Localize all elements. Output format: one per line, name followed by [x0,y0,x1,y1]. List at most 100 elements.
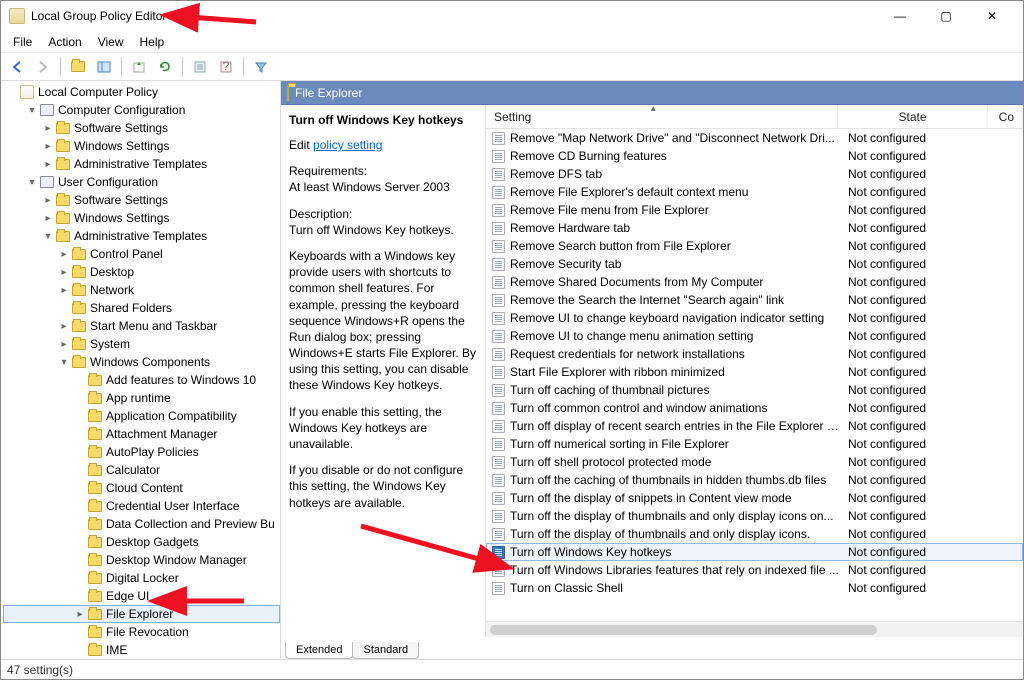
tab-extended[interactable]: Extended [285,642,353,659]
expander-icon[interactable]: ▸ [57,285,71,296]
setting-row[interactable]: Start File Explorer with ribbon minimize… [486,363,1023,381]
setting-row[interactable]: Remove the Search the Internet "Search a… [486,291,1023,309]
tree-item[interactable]: Cloud Content [3,479,280,497]
setting-row[interactable]: Remove UI to change menu animation setti… [486,327,1023,345]
tree-item[interactable]: ▸System [3,335,280,353]
tree-item[interactable]: ▸Windows Settings [3,137,280,155]
tree-pane[interactable]: Local Computer Policy ▾Computer Configur… [1,81,281,659]
tree-item[interactable]: ▸Network [3,281,280,299]
tree-item[interactable]: AutoPlay Policies [3,443,280,461]
column-state[interactable]: State [898,110,926,124]
tree-item[interactable]: Digital Locker [3,569,280,587]
tree-item[interactable]: ▸Start Menu and Taskbar [3,317,280,335]
setting-row[interactable]: Turn off the display of thumbnails and o… [486,507,1023,525]
setting-row[interactable]: Remove File Explorer's default context m… [486,183,1023,201]
setting-row[interactable]: Remove UI to change keyboard navigation … [486,309,1023,327]
expander-icon[interactable]: ▸ [41,195,55,206]
setting-row[interactable]: Turn off shell protocol protected modeNo… [486,453,1023,471]
setting-row[interactable]: Remove Shared Documents from My Computer… [486,273,1023,291]
expander-icon[interactable]: ▸ [57,249,71,260]
close-button[interactable]: ✕ [969,1,1015,31]
toolbar-folder-button[interactable] [66,55,90,79]
expander-icon[interactable]: ▾ [25,105,39,116]
menu-view[interactable]: View [90,33,132,51]
forward-button[interactable] [31,55,55,79]
tree-item[interactable]: ▸File Explorer [3,605,280,623]
setting-icon [492,402,505,415]
tree-item[interactable]: ▾User Configuration [3,173,280,191]
expander-icon[interactable]: ▾ [25,177,39,188]
tree-item[interactable]: ▸Control Panel [3,245,280,263]
setting-row[interactable]: Remove File menu from File ExplorerNot c… [486,201,1023,219]
tree-item[interactable]: Add features to Windows 10 [3,371,280,389]
expander-icon[interactable]: ▾ [41,231,55,242]
toolbar-export-button[interactable] [127,55,151,79]
setting-row[interactable]: Remove DFS tabNot configured [486,165,1023,183]
tree-item[interactable]: ▾Computer Configuration [3,101,280,119]
minimize-button[interactable]: — [877,1,923,31]
toolbar-help-button[interactable]: ? [214,55,238,79]
tree-item[interactable]: Data Collection and Preview Bu [3,515,280,533]
setting-row[interactable]: Remove "Map Network Drive" and "Disconne… [486,129,1023,147]
expander-icon[interactable]: ▸ [57,321,71,332]
tree-item[interactable]: ▸Software Settings [3,119,280,137]
tree-item[interactable]: Shared Folders [3,299,280,317]
setting-row[interactable]: Turn off the display of snippets in Cont… [486,489,1023,507]
expander-icon[interactable]: ▸ [73,609,87,620]
tree-item[interactable]: ▾Administrative Templates [3,227,280,245]
setting-row[interactable]: Request credentials for network installa… [486,345,1023,363]
setting-row[interactable]: Turn on Classic ShellNot configured [486,579,1023,597]
setting-row[interactable]: Remove Hardware tabNot configured [486,219,1023,237]
expander-icon[interactable]: ▾ [57,357,71,368]
expander-icon[interactable]: ▸ [41,213,55,224]
tree-item[interactable]: Credential User Interface [3,497,280,515]
tree-item[interactable]: Desktop Gadgets [3,533,280,551]
tree-item[interactable]: ▸Software Settings [3,191,280,209]
tree-item[interactable]: File Revocation [3,623,280,641]
setting-row[interactable]: Turn off the caching of thumbnails in hi… [486,471,1023,489]
expander-icon[interactable]: ▸ [41,123,55,134]
maximize-button[interactable]: ▢ [923,1,969,31]
setting-row[interactable]: Remove Search button from File ExplorerN… [486,237,1023,255]
settings-list-header[interactable]: Setting ▴ State Co [486,105,1023,129]
expander-icon[interactable]: ▸ [41,141,55,152]
menu-action[interactable]: Action [40,33,89,51]
setting-row[interactable]: Remove Security tabNot configured [486,255,1023,273]
expander-icon[interactable]: ▸ [41,159,55,170]
tree-root[interactable]: Local Computer Policy [3,83,280,101]
setting-row[interactable]: Turn off caching of thumbnail picturesNo… [486,381,1023,399]
expander-icon[interactable]: ▸ [57,267,71,278]
tree-item[interactable]: App runtime [3,389,280,407]
column-comment[interactable]: Co [999,110,1014,124]
menu-file[interactable]: File [5,33,40,51]
setting-row[interactable]: Turn off Windows Key hotkeysNot configur… [486,543,1023,561]
menu-help[interactable]: Help [132,33,173,51]
toolbar-properties-button[interactable] [188,55,212,79]
expander-icon[interactable]: ▸ [57,339,71,350]
tab-standard[interactable]: Standard [352,642,419,659]
toolbar-refresh-button[interactable] [153,55,177,79]
edit-policy-link[interactable]: policy setting [313,138,382,152]
tree-item[interactable]: Desktop Window Manager [3,551,280,569]
setting-row[interactable]: Turn off the display of thumbnails and o… [486,525,1023,543]
tree-item[interactable]: Edge UI [3,587,280,605]
tree-item[interactable]: Attachment Manager [3,425,280,443]
tree-item[interactable]: ▸Windows Settings [3,209,280,227]
back-button[interactable] [5,55,29,79]
tree-item[interactable]: ▾Windows Components [3,353,280,371]
toolbar-filter-button[interactable] [249,55,273,79]
settings-list-rows[interactable]: Remove "Map Network Drive" and "Disconne… [486,129,1023,621]
tree-item[interactable]: IME [3,641,280,659]
tree-item[interactable]: ▸Administrative Templates [3,155,280,173]
tree-item[interactable]: ▸Desktop [3,263,280,281]
tree-item[interactable]: Calculator [3,461,280,479]
setting-row[interactable]: Turn off Windows Libraries features that… [486,561,1023,579]
setting-row[interactable]: Turn off common control and window anima… [486,399,1023,417]
setting-row[interactable]: Turn off display of recent search entrie… [486,417,1023,435]
setting-row[interactable]: Turn off numerical sorting in File Explo… [486,435,1023,453]
horizontal-scrollbar[interactable] [486,621,1023,637]
setting-row[interactable]: Remove CD Burning featuresNot configured [486,147,1023,165]
column-setting[interactable]: Setting [494,110,531,124]
toolbar-show-hide-button[interactable] [92,55,116,79]
tree-item[interactable]: Application Compatibility [3,407,280,425]
